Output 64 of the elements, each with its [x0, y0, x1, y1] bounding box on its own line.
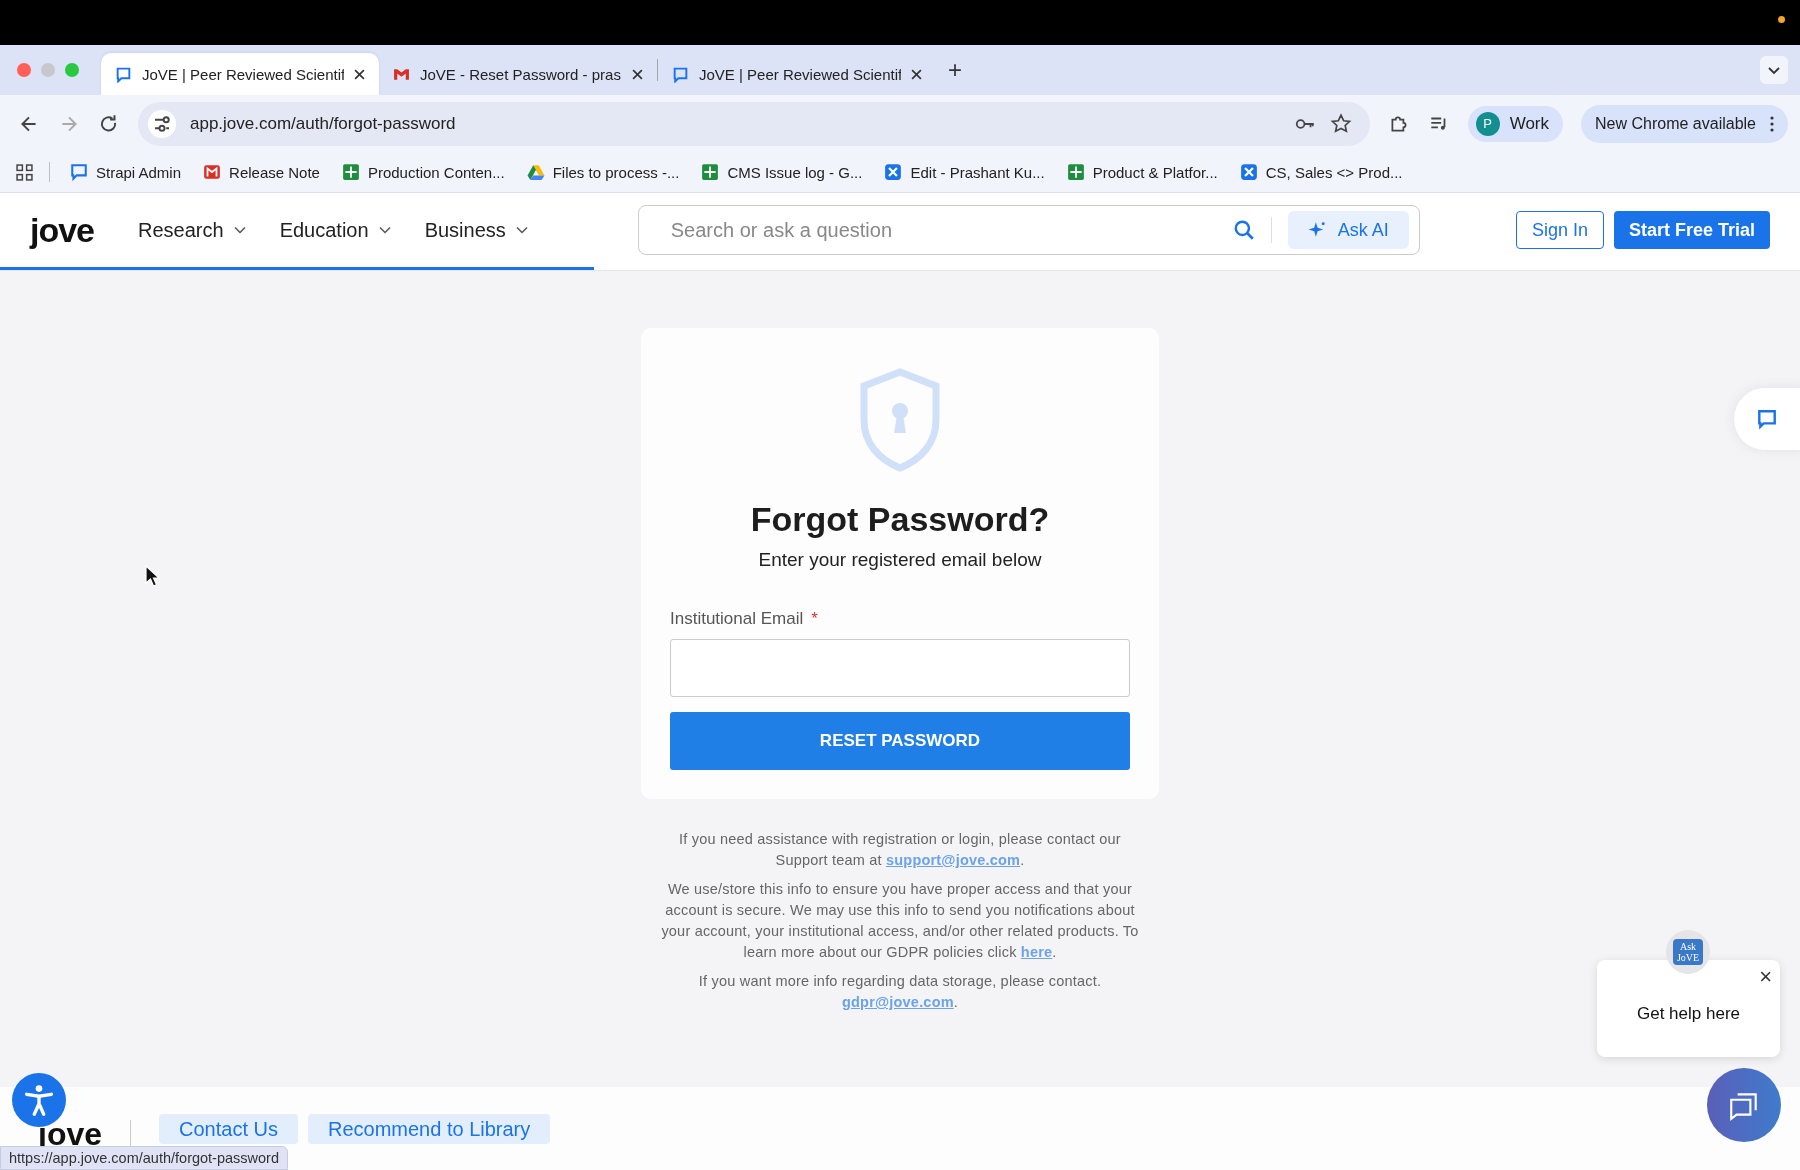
accessibility-button[interactable]	[12, 1073, 66, 1127]
field-label: Institutional Email	[670, 609, 804, 629]
bookmark-item[interactable]: CMS Issue log - G...	[701, 163, 863, 181]
chat-bubble-icon	[70, 163, 88, 181]
mouse-pointer-icon	[145, 565, 159, 587]
nav-menu-item[interactable]: Research	[138, 218, 246, 242]
start-free-trial-button[interactable]: Start Free Trial	[1613, 211, 1770, 249]
apps-grid-icon[interactable]	[16, 163, 33, 181]
chevron-down-icon	[233, 226, 246, 234]
ask-jove-badge[interactable]: Ask JoVE	[1666, 930, 1710, 974]
profile-button[interactable]: P Work	[1467, 105, 1564, 142]
footer-button[interactable]: Contact Us	[159, 1114, 298, 1144]
chevron-down-icon	[515, 226, 528, 234]
recording-indicator-icon	[1778, 16, 1785, 23]
close-button[interactable]: ×	[1759, 966, 1772, 988]
menu-icon	[1770, 115, 1774, 132]
chat-bubble-icon	[672, 65, 689, 83]
page-subtitle: Enter your registered email below	[758, 549, 1042, 571]
browser-tab[interactable]: JoVE - Reset Password - pras	[379, 53, 657, 95]
bookmark-item[interactable]: CS, Sales <> Prod...	[1239, 163, 1403, 181]
chevron-down-icon	[378, 226, 391, 234]
new-tab-button[interactable]: +	[936, 56, 974, 84]
spreadsheet-icon	[701, 163, 720, 181]
bookmark-item[interactable]: Production Conten...	[341, 163, 505, 181]
nav-menu-item[interactable]: Education	[279, 218, 391, 242]
info-paragraph: If you want more info regarding data storage, please contact. gdpr@jove.com.	[697, 972, 1103, 1013]
info-paragraph: If you need assistance with registration or login, please contact our Support team at support@jove.com.	[678, 830, 1122, 870]
spreadsheet-icon	[341, 163, 360, 181]
search-icon[interactable]	[1232, 219, 1255, 241]
bookmark-item[interactable]: Release Note	[203, 163, 320, 181]
help-text: Get help here	[1637, 1003, 1740, 1024]
shield-keyhole-icon	[858, 368, 942, 472]
close-icon[interactable]	[911, 68, 922, 80]
email-field[interactable]	[670, 639, 1130, 697]
sparkle-icon	[1307, 221, 1326, 239]
tab-search-button[interactable]	[1760, 56, 1788, 84]
chat-bubble-icon	[1756, 408, 1778, 430]
address-bar[interactable]: app.jove.com/auth/forgot-password	[138, 101, 1370, 146]
bookmark-item[interactable]: Edit - Prashant Ku...	[884, 163, 1045, 181]
triangle-logo-icon	[526, 163, 545, 181]
search-field[interactable]: Search or ask a question Ask AI	[637, 205, 1420, 255]
bookmark-item[interactable]: Product & Platfor...	[1066, 163, 1218, 181]
cross-icon	[884, 163, 903, 181]
cross-icon	[1239, 163, 1258, 181]
ask-ai-button[interactable]: Ask AI	[1287, 211, 1409, 249]
close-icon[interactable]	[632, 68, 643, 80]
mail-icon	[203, 163, 222, 181]
site-settings-icon[interactable]	[148, 109, 176, 138]
nav-menu-item[interactable]: Business	[424, 218, 528, 242]
sign-in-button[interactable]: Sign In	[1515, 211, 1604, 249]
update-button[interactable]: New Chrome available	[1581, 104, 1788, 143]
close-icon[interactable]	[354, 68, 365, 80]
jove-logo[interactable]: jove	[30, 210, 95, 250]
page-title: Forgot Password?	[750, 500, 1050, 539]
link-preview-url: https://app.jove.com/auth/forgot-password	[0, 1146, 288, 1170]
info-paragraph: We use/store this info to ensure you have proper access and that your account is secure. We may use this info to send you notifications about your account, your institutional access, and/or other related products. To learn more about our GDPR policies click here.	[660, 880, 1140, 963]
required-mark: *	[811, 609, 818, 629]
bookmark-item[interactable]: Strapi Admin	[70, 163, 182, 181]
bookmark-item[interactable]: Files to process -...	[526, 163, 680, 181]
spreadsheet-icon	[1066, 163, 1085, 181]
reset-password-button[interactable]: RESET PASSWORD	[670, 712, 1130, 770]
footer-button[interactable]: Recommend to Library	[307, 1114, 551, 1144]
bookmark-star-icon[interactable]	[1329, 112, 1352, 135]
chat-bubble-icon	[115, 65, 132, 83]
